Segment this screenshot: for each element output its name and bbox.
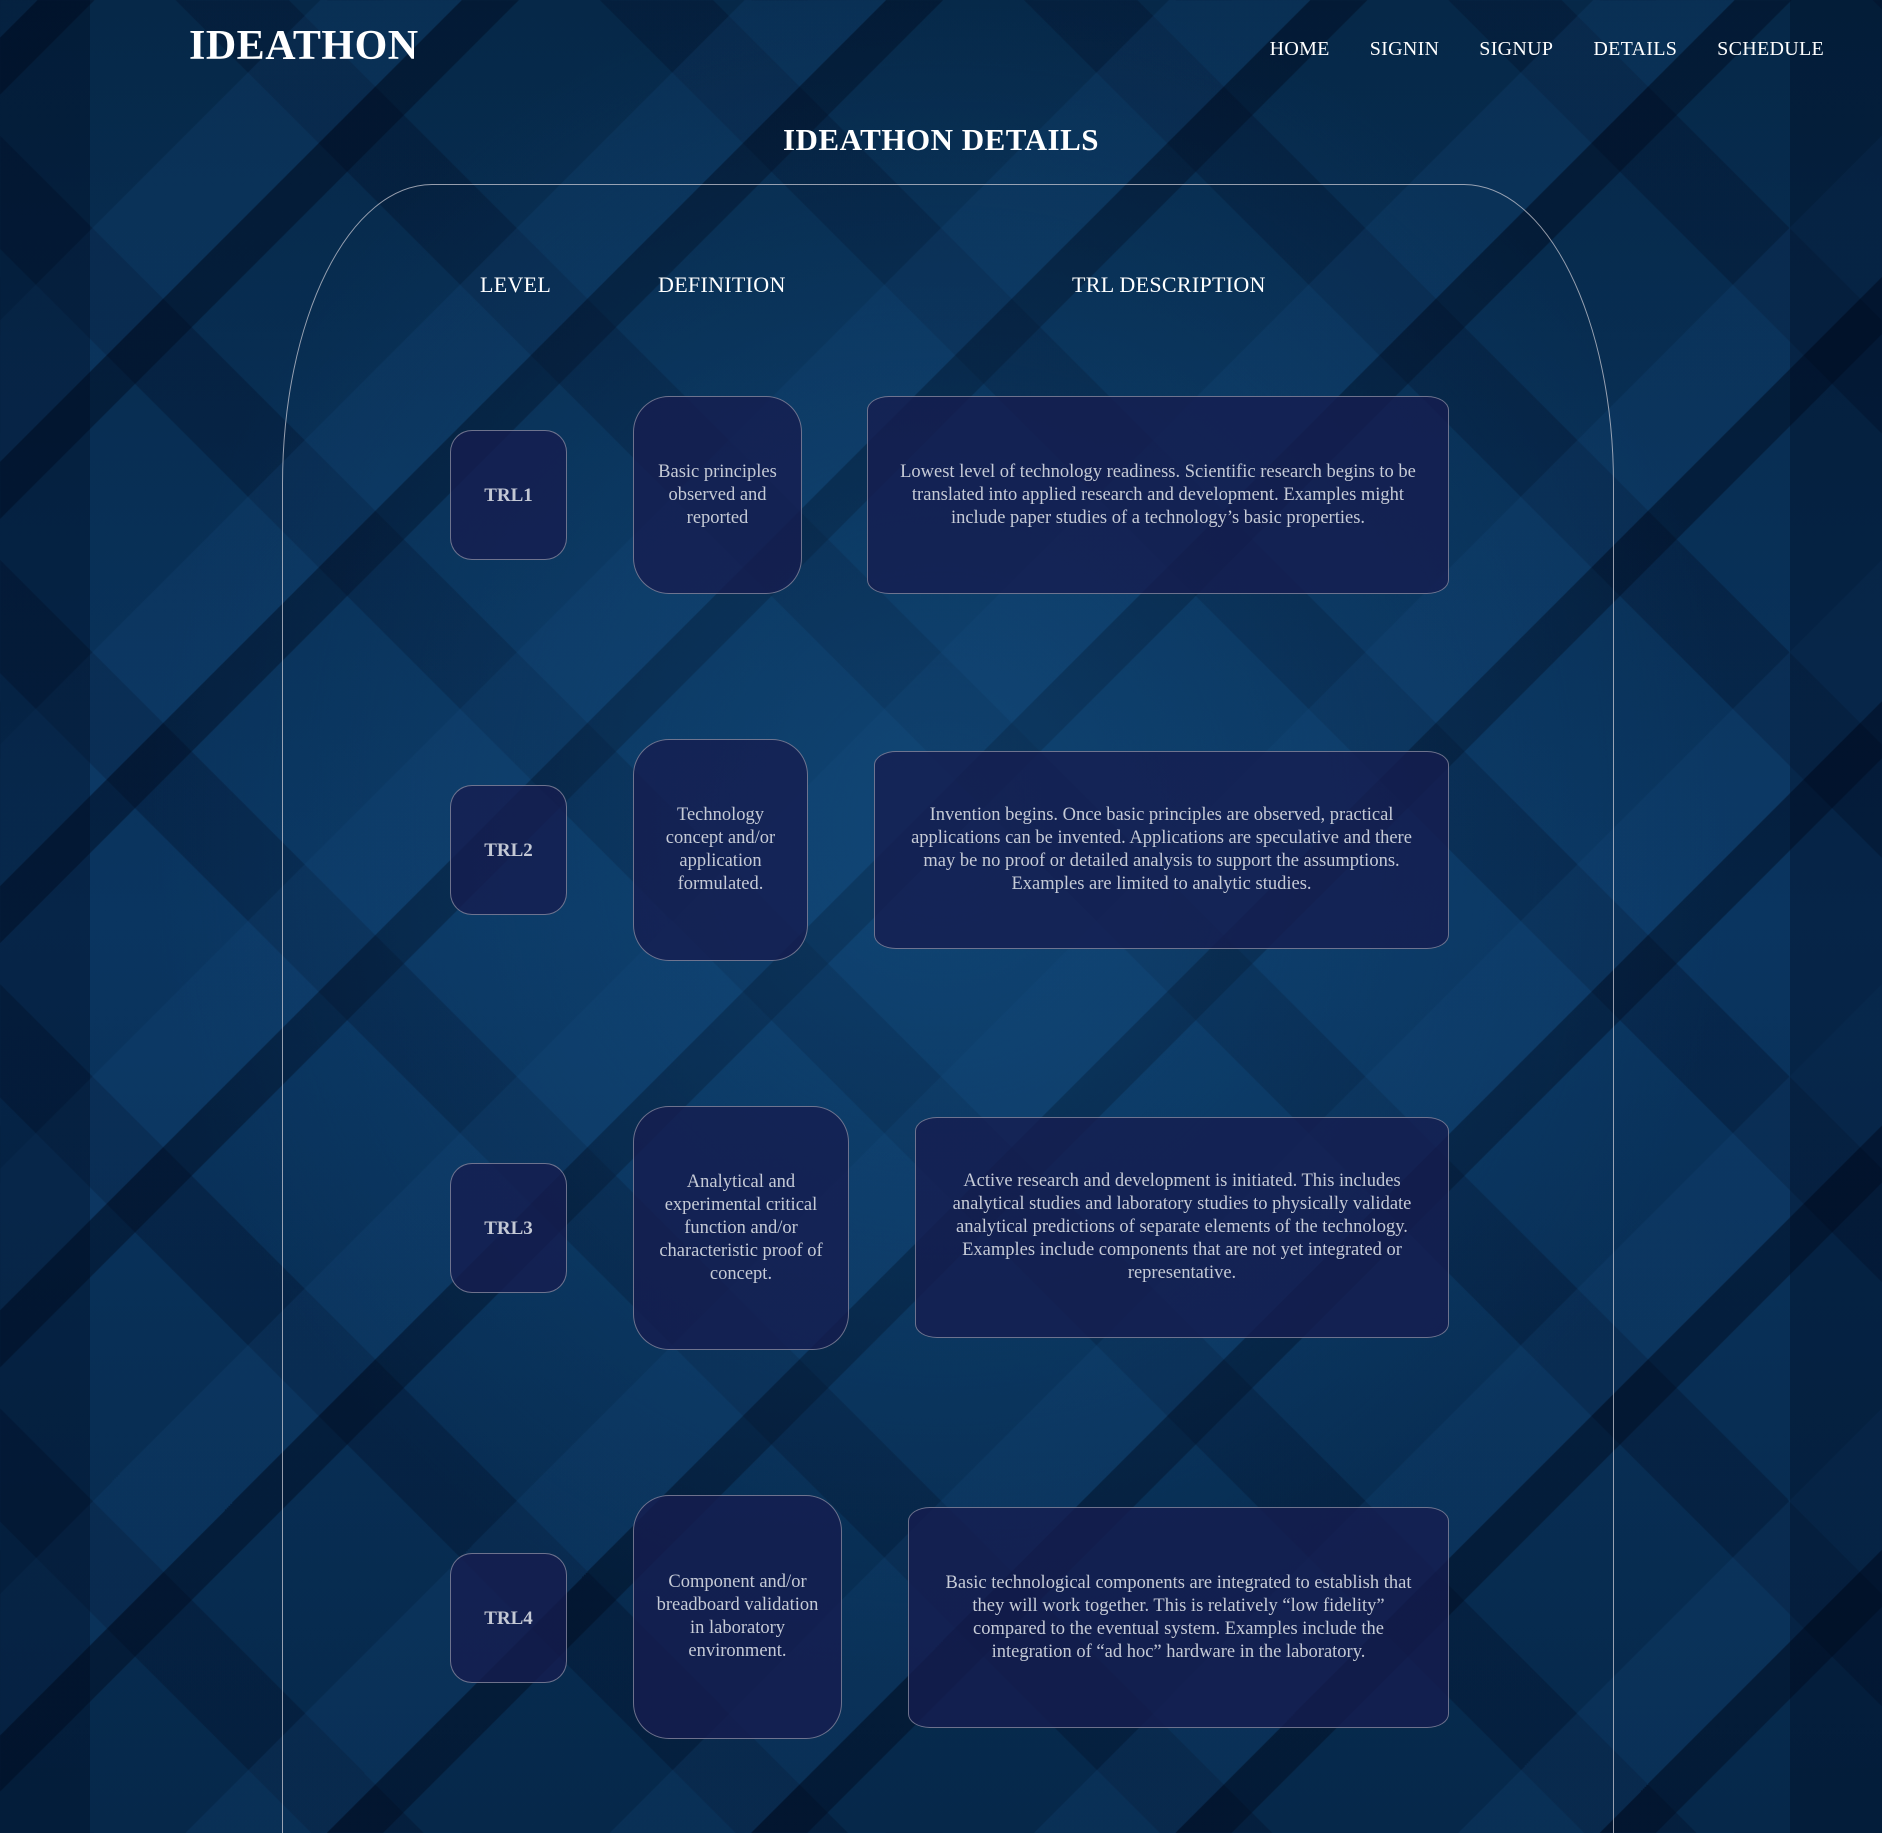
trl-definition-cell: Component and/or breadboard validation i…: [633, 1495, 842, 1739]
trl-definition-cell: Technology concept and/or application fo…: [633, 739, 808, 961]
nav-link-home[interactable]: HOME: [1270, 38, 1330, 60]
nav-link-signup[interactable]: SIGNUP: [1479, 38, 1553, 60]
background-band-right: [1790, 0, 1882, 1833]
trl-definition-cell: Basic principles observed and reported: [633, 396, 802, 594]
brand-logo-text[interactable]: IDEATHON: [189, 22, 419, 70]
nav-item-schedule: SCHEDULE: [1717, 38, 1824, 61]
column-header-level: LEVEL: [480, 272, 552, 297]
column-header-trl-description: TRL DESCRIPTION: [1072, 272, 1266, 297]
column-header-definition: DEFINITION: [658, 272, 786, 297]
page-title: IDEATHON DETAILS: [782, 122, 1100, 157]
trl-level-cell: TRL4: [450, 1553, 567, 1683]
trl-level-cell: TRL3: [450, 1163, 567, 1293]
nav-item-details: DETAILS: [1593, 38, 1677, 61]
nav-link-schedule[interactable]: SCHEDULE: [1717, 38, 1824, 60]
main-nav: HOME SIGNIN SIGNUP DETAILS SCHEDULE: [1270, 38, 1824, 61]
top-navigation-bar: IDEATHON HOME SIGNIN SIGNUP DETAILS SCHE…: [0, 0, 1882, 100]
trl-definition-cell: Analytical and experimental critical fun…: [633, 1106, 849, 1350]
trl-description-cell: Invention begins. Once basic principles …: [874, 751, 1449, 949]
trl-level-cell: TRL1: [450, 430, 567, 560]
trl-description-cell: Active research and development is initi…: [915, 1117, 1449, 1338]
background-band-left: [0, 0, 90, 1833]
nav-item-signin: SIGNIN: [1370, 38, 1440, 61]
nav-item-signup: SIGNUP: [1479, 38, 1553, 61]
nav-item-home: HOME: [1270, 38, 1330, 61]
trl-description-cell: Lowest level of technology readiness. Sc…: [867, 396, 1449, 594]
nav-link-details[interactable]: DETAILS: [1593, 38, 1677, 60]
nav-link-signin[interactable]: SIGNIN: [1370, 38, 1440, 60]
trl-description-cell: Basic technological components are integ…: [908, 1507, 1449, 1728]
trl-level-cell: TRL2: [450, 785, 567, 915]
